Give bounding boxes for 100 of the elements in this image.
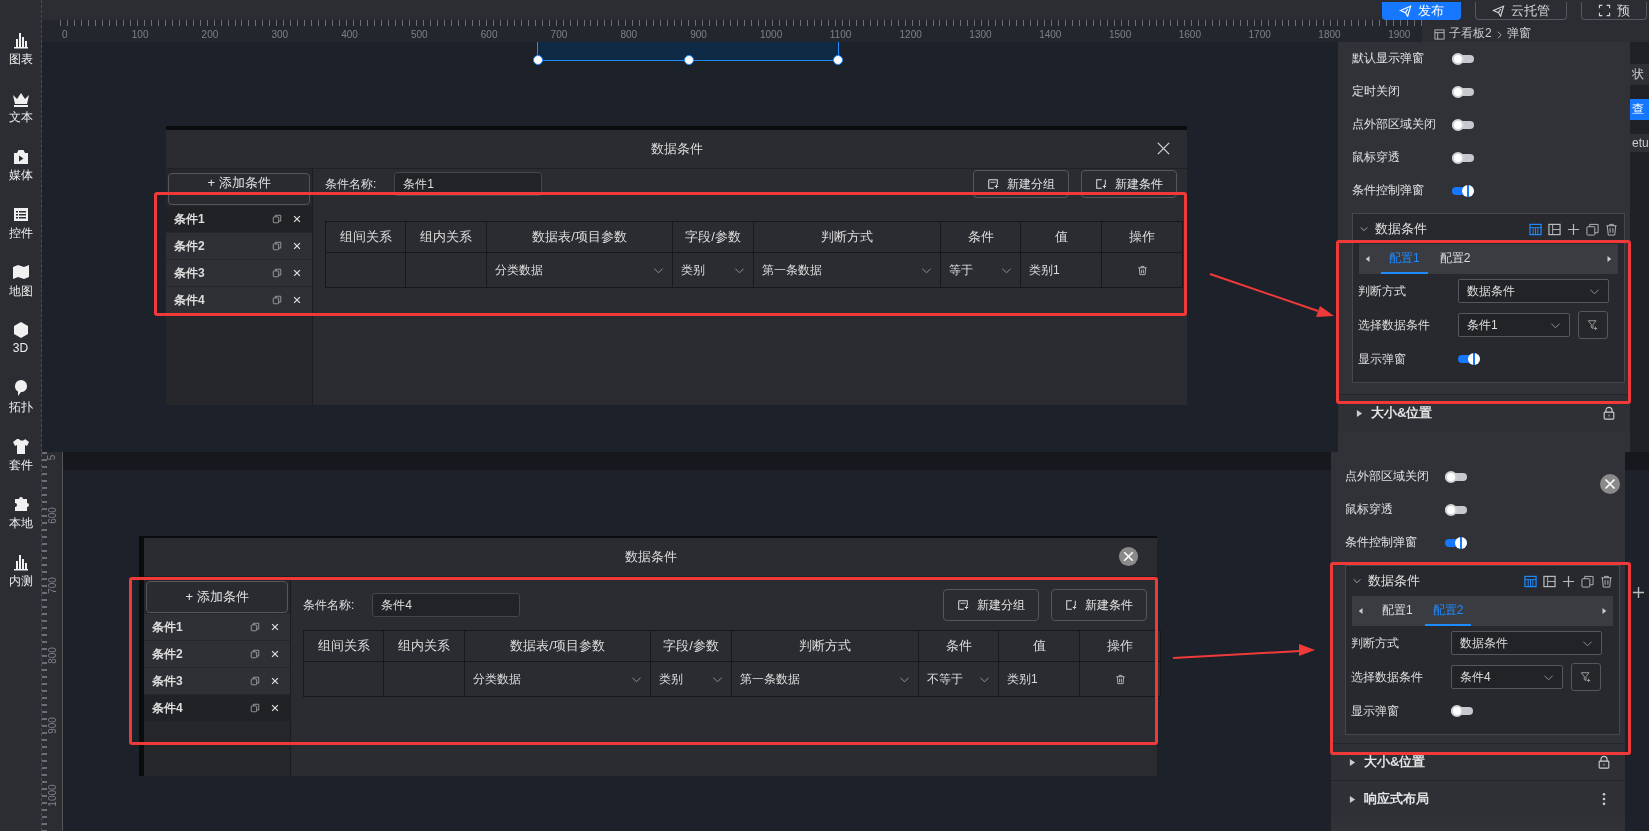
lock-icon[interactable] xyxy=(1597,755,1611,769)
sidebar-item[interactable]: 拓扑 xyxy=(0,378,41,436)
lock-icon[interactable] xyxy=(1602,406,1616,420)
copy-icon[interactable] xyxy=(250,703,260,713)
toggle-switch[interactable] xyxy=(1452,52,1474,65)
close-icon[interactable] xyxy=(1599,473,1621,495)
toggle-switch[interactable] xyxy=(1458,353,1480,365)
copy-icon[interactable] xyxy=(1586,222,1599,236)
trash-icon[interactable] xyxy=(1114,673,1126,685)
sidebar-item[interactable]: 图表 xyxy=(0,30,41,88)
plus-icon[interactable] xyxy=(1562,574,1575,588)
toolbar-button[interactable]: 云托管 xyxy=(1475,2,1567,20)
close-icon[interactable] xyxy=(270,622,280,632)
copy-icon[interactable] xyxy=(1581,574,1594,588)
condition-item[interactable]: 条件4 xyxy=(144,695,290,721)
dropdown[interactable]: 数据条件 xyxy=(1451,631,1602,655)
sidebar-item[interactable]: 内测 xyxy=(0,552,41,610)
strip-tab[interactable]: 状 xyxy=(1630,64,1649,85)
sidebar-item[interactable]: 本地 xyxy=(0,494,41,552)
close-icon[interactable] xyxy=(1118,546,1139,567)
dropdown[interactable]: 第一条数据 xyxy=(754,253,940,287)
toggle-switch[interactable] xyxy=(1445,503,1467,516)
toggle-switch[interactable] xyxy=(1445,536,1467,549)
close-icon[interactable] xyxy=(270,703,280,713)
toggle-switch[interactable] xyxy=(1451,705,1473,717)
caret-left-icon[interactable] xyxy=(1358,607,1364,615)
caret-left-icon[interactable] xyxy=(1365,255,1371,263)
dropdown[interactable]: 类别 xyxy=(673,253,753,287)
plus-icon[interactable] xyxy=(1632,586,1645,599)
close-icon[interactable] xyxy=(1156,141,1171,156)
add-condition-button[interactable]: + 添加条件 xyxy=(146,581,288,613)
table-cell: 类别1 xyxy=(999,662,1079,696)
filter-button[interactable] xyxy=(1571,663,1601,691)
close-icon[interactable] xyxy=(270,676,280,686)
dropdown[interactable]: 条件4 xyxy=(1451,665,1563,689)
condition-item[interactable]: 条件1 xyxy=(144,614,290,640)
ruler-label: 400 xyxy=(340,28,359,42)
tab[interactable]: 配置1 xyxy=(1374,596,1421,626)
chevron-down-icon[interactable] xyxy=(1352,576,1362,586)
dropdown[interactable]: 数据条件 xyxy=(1458,279,1609,303)
toggle-switch[interactable] xyxy=(1452,184,1474,197)
breadcrumb-item[interactable]: 弹窗 xyxy=(1506,25,1531,42)
condition-item[interactable]: 条件2 xyxy=(166,233,312,259)
close-icon[interactable] xyxy=(292,295,302,305)
strip-tab[interactable]: etu xyxy=(1630,134,1649,152)
trash-icon[interactable] xyxy=(1136,264,1148,276)
add-condition-button[interactable]: + 添加条件 xyxy=(168,173,310,205)
copy-icon[interactable] xyxy=(250,676,260,686)
table-icon[interactable] xyxy=(1524,574,1537,588)
trash-icon[interactable] xyxy=(1605,222,1618,236)
caret-right-icon[interactable] xyxy=(1601,607,1607,615)
condition-name-input[interactable]: 条件4 xyxy=(372,593,521,617)
sidebar-item[interactable]: 控件 xyxy=(0,204,41,262)
toggle-switch[interactable] xyxy=(1452,118,1474,131)
dropdown[interactable]: 等于 xyxy=(941,253,1020,287)
toolbar-button[interactable]: 新建分组 xyxy=(943,589,1039,621)
condition-item[interactable]: 条件3 xyxy=(144,668,290,694)
dropdown[interactable]: 类别 xyxy=(651,662,731,696)
chevron-down-icon[interactable] xyxy=(1359,224,1369,234)
trash-icon[interactable] xyxy=(1600,574,1613,588)
breadcrumb-item[interactable]: 子看板2 xyxy=(1449,25,1492,42)
dropdown[interactable]: 不等于 xyxy=(919,662,998,696)
sidebar-item[interactable]: 套件 xyxy=(0,436,41,494)
close-icon[interactable] xyxy=(270,649,280,659)
plus-icon[interactable] xyxy=(1567,222,1580,236)
tab[interactable]: 配置2 xyxy=(1431,244,1479,274)
condition-item[interactable]: 条件3 xyxy=(166,260,312,286)
layout-icon[interactable] xyxy=(1548,222,1561,236)
layout-icon[interactable] xyxy=(1543,574,1556,588)
dropdown[interactable]: 第一条数据 xyxy=(732,662,918,696)
toolbar-button[interactable]: 新建条件 xyxy=(1051,589,1147,621)
condition-item[interactable]: 条件4 xyxy=(166,287,312,313)
caret-right-icon[interactable] xyxy=(1606,255,1612,263)
filter-button[interactable] xyxy=(1578,311,1608,339)
sidebar-item[interactable]: 3D xyxy=(0,320,41,378)
dropdown[interactable]: 条件1 xyxy=(1458,313,1570,337)
sidebar-item[interactable]: 地图 xyxy=(0,262,41,320)
sidebar-item[interactable]: 文本 xyxy=(0,88,41,146)
close-icon[interactable] xyxy=(292,241,302,251)
copy-icon[interactable] xyxy=(272,268,282,278)
condition-item[interactable]: 条件1 xyxy=(166,206,312,232)
toggle-switch[interactable] xyxy=(1452,85,1474,98)
copy-icon[interactable] xyxy=(272,214,282,224)
condition-item[interactable]: 条件2 xyxy=(144,641,290,667)
close-icon[interactable] xyxy=(292,268,302,278)
toolbar-button[interactable]: 发布 xyxy=(1382,2,1461,20)
strip-tab[interactable]: 查 xyxy=(1630,99,1649,120)
copy-icon[interactable] xyxy=(272,241,282,251)
copy-icon[interactable] xyxy=(250,649,260,659)
dropdown[interactable]: 分类数据 xyxy=(465,662,650,696)
toolbar-button[interactable]: 预 xyxy=(1581,2,1647,20)
toggle-switch[interactable] xyxy=(1445,470,1467,483)
copy-icon[interactable] xyxy=(272,295,282,305)
sidebar-item[interactable]: 媒体 xyxy=(0,146,41,204)
toggle-switch[interactable] xyxy=(1452,151,1474,164)
table-icon[interactable] xyxy=(1529,222,1542,236)
copy-icon[interactable] xyxy=(250,622,260,632)
dropdown[interactable]: 分类数据 xyxy=(487,253,672,287)
close-icon[interactable] xyxy=(292,214,302,224)
column-header: 组内关系 xyxy=(384,631,464,661)
